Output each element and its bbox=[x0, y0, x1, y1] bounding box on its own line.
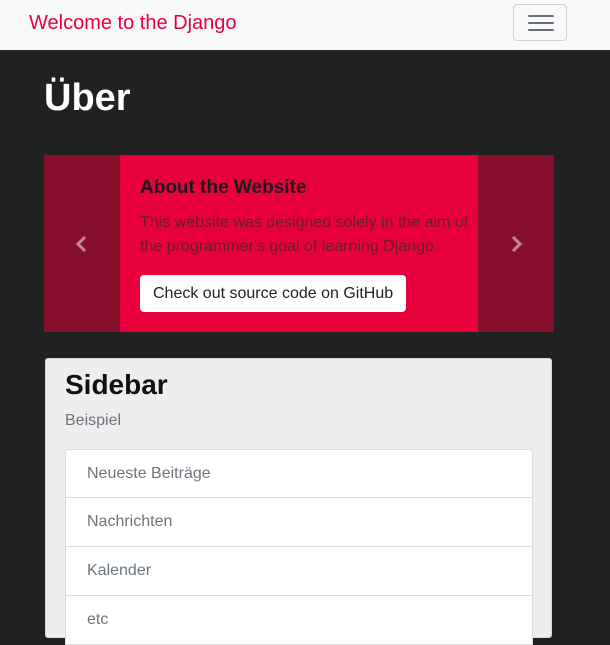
hamburger-menu-icon bbox=[528, 15, 554, 17]
carousel-prev-button[interactable] bbox=[44, 155, 120, 332]
carousel: About the Website This website was desig… bbox=[44, 155, 554, 332]
carousel-slide-title: About the Website bbox=[140, 177, 307, 198]
github-source-button[interactable]: Check out source code on GitHub bbox=[140, 275, 407, 312]
navbar: Welcome to the Django bbox=[0, 0, 610, 50]
page-title: Über bbox=[44, 77, 131, 119]
chevron-right-icon bbox=[511, 235, 523, 253]
sidebar-item-nachrichten[interactable]: Nachrichten bbox=[65, 498, 533, 547]
chevron-left-icon bbox=[75, 235, 87, 253]
sidebar-item-kalender[interactable]: Kalender bbox=[65, 547, 533, 596]
sidebar-item-neueste-beitraege[interactable]: Neueste Beiträge bbox=[65, 449, 533, 498]
carousel-next-button[interactable] bbox=[478, 155, 554, 332]
navbar-toggler-button[interactable] bbox=[513, 4, 567, 41]
sidebar-list: Neueste Beiträge Nachrichten Kalender et… bbox=[65, 449, 533, 645]
sidebar-card: Sidebar Beispiel Neueste Beiträge Nachri… bbox=[45, 358, 552, 645]
hamburger-menu-icon-bar bbox=[528, 29, 554, 31]
hamburger-menu-icon-bar bbox=[528, 22, 554, 24]
sidebar-title: Sidebar bbox=[65, 369, 168, 400]
sidebar-subtitle: Beispiel bbox=[65, 412, 122, 429]
sidebar-item-etc[interactable]: etc bbox=[65, 596, 533, 645]
carousel-slide-text: This website was designed solely in the … bbox=[140, 214, 469, 255]
navbar-brand-link[interactable]: Welcome to the Django bbox=[29, 11, 237, 35]
